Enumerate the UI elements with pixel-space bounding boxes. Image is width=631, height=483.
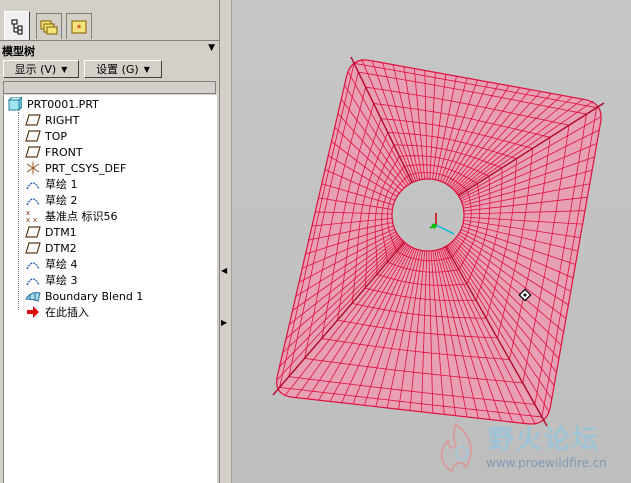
- tree-item-label: DTM1: [45, 225, 77, 239]
- tree-item-label: Boundary Blend 1: [45, 289, 144, 303]
- navigator-title: 模型树: [2, 45, 35, 58]
- navigator-menu-arrow-icon[interactable]: ▼: [208, 43, 215, 53]
- collapse-left-arrow-icon[interactable]: ◀: [221, 266, 227, 275]
- tree-connector-line: [18, 112, 19, 310]
- datum-plane-icon: [25, 145, 41, 159]
- tree-item-sketch-2[interactable]: 草绘 2: [25, 192, 78, 208]
- folder-browser-tab[interactable]: [36, 13, 62, 39]
- flame-logo-icon: [440, 423, 472, 473]
- tree-item-insert-here[interactable]: 在此插入: [25, 304, 89, 320]
- boundary-blend-icon: [25, 289, 41, 303]
- watermark-title: 野火论坛: [488, 425, 601, 455]
- graphics-window[interactable]: 野火论坛 www.proewildfire.cn: [231, 0, 631, 483]
- navigator-panel: * 模型树 ▼ 显示 (V) ▼ 设置 (G) ▼ PRT0001.PRT RI…: [0, 0, 219, 483]
- forum-watermark: 野火论坛 www.proewildfire.cn: [426, 415, 631, 483]
- tree-item-label: 基准点 标识56: [45, 210, 118, 223]
- model-tree: PRT0001.PRT RIGHT TOP FRONT PRT_CSYS_DEF: [3, 95, 217, 483]
- svg-text:x: x: [26, 216, 30, 223]
- tree-item-dtm1[interactable]: DTM1: [25, 224, 77, 240]
- favorites-tab-icon: *: [71, 20, 87, 34]
- tree-item-label: 在此插入: [45, 306, 89, 319]
- tree-item-label: 草绘 2: [45, 194, 78, 207]
- tree-horizontal-scrollbar[interactable]: [3, 81, 216, 94]
- sketch-icon: [25, 193, 41, 207]
- surface-body[interactable]: [276, 59, 602, 425]
- tree-item-boundary-blend[interactable]: Boundary Blend 1: [25, 288, 143, 304]
- model-tree-tab-icon: [11, 19, 23, 34]
- tree-item-label: TOP: [45, 129, 68, 143]
- favorites-tab[interactable]: *: [66, 13, 92, 39]
- datum-plane-icon: [25, 241, 41, 255]
- tree-item-front[interactable]: FRONT: [25, 144, 83, 160]
- tree-item-label: PRT_CSYS_DEF: [45, 161, 127, 175]
- datum-plane-icon: [25, 129, 41, 143]
- datum-plane-icon: [25, 225, 41, 239]
- tree-item-part[interactable]: PRT0001.PRT: [7, 96, 99, 112]
- sketch-icon: [25, 177, 41, 191]
- navigator-tab-bar: *: [0, 0, 219, 41]
- tree-item-datum-point[interactable]: xxx 基准点 标识56: [25, 208, 118, 224]
- chevron-down-icon: ▼: [61, 64, 68, 74]
- show-menu-button[interactable]: 显示 (V) ▼: [3, 60, 79, 78]
- expand-right-arrow-icon[interactable]: ▶: [221, 318, 227, 327]
- chevron-down-icon: ▼: [143, 64, 150, 74]
- tree-item-sketch-4[interactable]: 草绘 4: [25, 256, 78, 272]
- tree-item-label: 草绘 4: [45, 258, 78, 271]
- tree-item-label: FRONT: [45, 145, 83, 159]
- tree-item-dtm2[interactable]: DTM2: [25, 240, 77, 256]
- coordinate-system-icon: [25, 161, 41, 175]
- tree-item-sketch-1[interactable]: 草绘 1: [25, 176, 78, 192]
- tree-item-right[interactable]: RIGHT: [25, 112, 79, 128]
- part-icon: [7, 97, 23, 111]
- svg-text:x: x: [33, 216, 37, 223]
- watermark-url: www.proewildfire.cn: [486, 456, 607, 470]
- folder-browser-tab-icon: [40, 20, 58, 34]
- tree-item-sketch-3[interactable]: 草绘 3: [25, 272, 78, 288]
- sketch-icon: [25, 273, 41, 287]
- settings-menu-label: 设置 (G): [96, 63, 139, 76]
- tree-item-label: RIGHT: [45, 113, 80, 127]
- tree-item-label: PRT0001.PRT: [27, 97, 99, 111]
- show-menu-label: 显示 (V): [14, 63, 57, 76]
- csys-triad-icon: [429, 213, 455, 235]
- datum-plane-icon: [25, 113, 41, 127]
- model-tree-tab[interactable]: [4, 11, 30, 41]
- sketch-icon: [25, 257, 41, 271]
- settings-menu-button[interactable]: 设置 (G) ▼: [84, 60, 162, 78]
- datum-point-icon: xxx: [25, 209, 41, 223]
- svg-text:*: *: [77, 24, 82, 34]
- tree-item-label: 草绘 1: [45, 178, 78, 191]
- tree-item-label: DTM2: [45, 241, 77, 255]
- tab-underline: [0, 40, 219, 41]
- insert-here-arrow-icon: [25, 305, 41, 319]
- tree-item-csys[interactable]: PRT_CSYS_DEF: [25, 160, 126, 176]
- tree-item-label: 草绘 3: [45, 274, 78, 287]
- panel-splitter[interactable]: ◀ ▶: [219, 0, 231, 483]
- boundary-blend-surface-model[interactable]: [232, 0, 631, 483]
- tree-item-top[interactable]: TOP: [25, 128, 67, 144]
